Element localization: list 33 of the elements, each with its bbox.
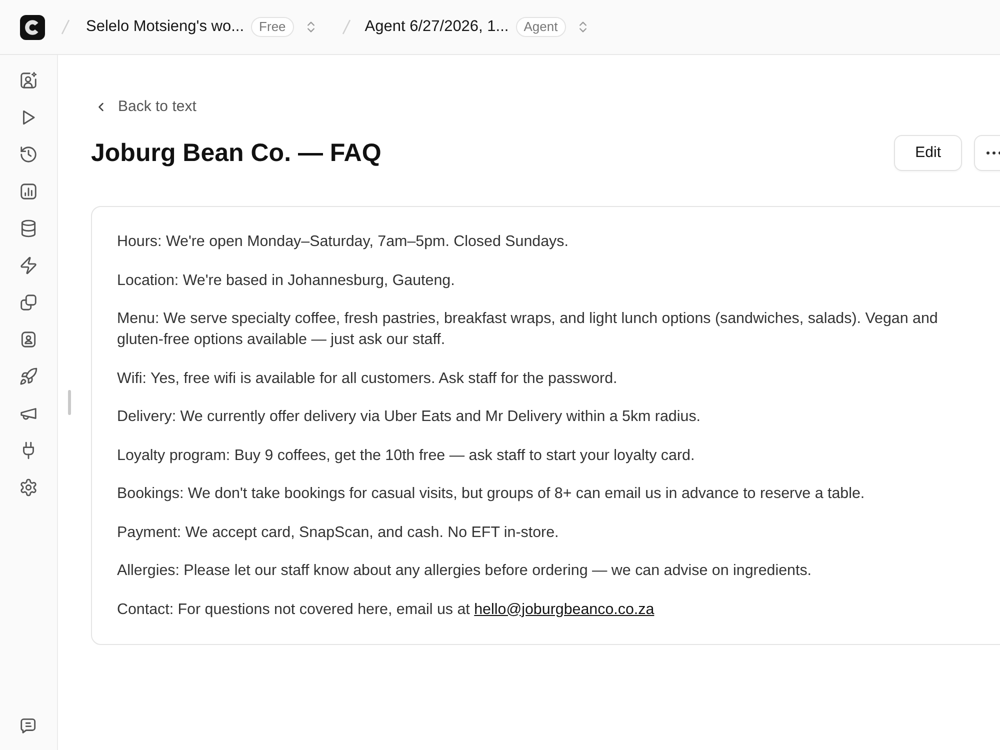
history-icon[interactable] xyxy=(19,145,38,164)
faq-paragraph: Contact: For questions not covered here, email us at hello@joburgbeanco.co.za xyxy=(117,600,656,620)
settings-icon[interactable] xyxy=(19,478,38,497)
faq-paragraph: Location: We're based in Johannesburg, Gauteng. xyxy=(117,270,456,290)
breadcrumb-divider xyxy=(342,19,351,35)
faq-paragraph: Loyalty program: Buy 9 coffees, get the 10th free — ask staff to start your loyalty card. xyxy=(117,446,696,466)
breadcrumb-divider xyxy=(61,19,70,35)
stacked-squares-icon[interactable] xyxy=(19,293,38,312)
workspace-switcher[interactable]: Selelo Motsieng's wo... xyxy=(86,15,244,39)
contact-card-icon[interactable] xyxy=(19,330,38,349)
edit-button[interactable]: Edit xyxy=(894,135,962,171)
faq-paragraph: Delivery: We currently offer delivery via Uber Eats and Mr Delivery within a 5km radius. xyxy=(117,407,702,427)
rocket-icon[interactable] xyxy=(19,367,38,386)
faq-paragraph: Bookings: We don't take bookings for casual visits, but groups of 8+ can email us in advance to reserve a table. xyxy=(117,484,866,504)
type-badge: Agent xyxy=(516,17,566,37)
agent-switcher[interactable]: Agent 6/27/2026, 1... xyxy=(364,15,509,39)
more-icon xyxy=(986,151,1000,155)
faq-paragraph: Hours: We're open Monday–Saturday, 7am–5pm. Closed Sundays. xyxy=(117,232,570,252)
faq-paragraph: Payment: We accept card, SnapScan, and cash. No EFT in-store. xyxy=(117,522,560,542)
faq-paragraph: Allergies: Please let our staff know about any allergies before ordering — we can advise on ingredients. xyxy=(117,561,813,581)
user-sparkle-icon[interactable] xyxy=(19,71,38,90)
database-icon[interactable] xyxy=(19,219,38,238)
back-link[interactable]: Back to text xyxy=(91,97,196,117)
bar-chart-icon[interactable] xyxy=(19,182,38,201)
plan-badge: Free xyxy=(251,17,294,37)
faq-paragraph: Menu: We serve specialty coffee, fresh pastries, breakfast wraps, and light lunch options (sandwiches, salads). Vegan and gluten-free options available — just ask our staff. xyxy=(117,309,939,350)
chat-icon[interactable] xyxy=(19,716,38,735)
lightning-icon[interactable] xyxy=(19,256,38,275)
faq-paragraph: Wifi: Yes, free wifi is available for all customers. Ask staff for the password. xyxy=(117,368,618,388)
logo-icon[interactable] xyxy=(20,14,45,40)
page-title: Joburg Bean Co. — FAQ xyxy=(91,138,382,168)
resize-handle[interactable] xyxy=(68,390,71,415)
email-link[interactable]: hello@joburgbeanco.co.za xyxy=(474,600,654,618)
